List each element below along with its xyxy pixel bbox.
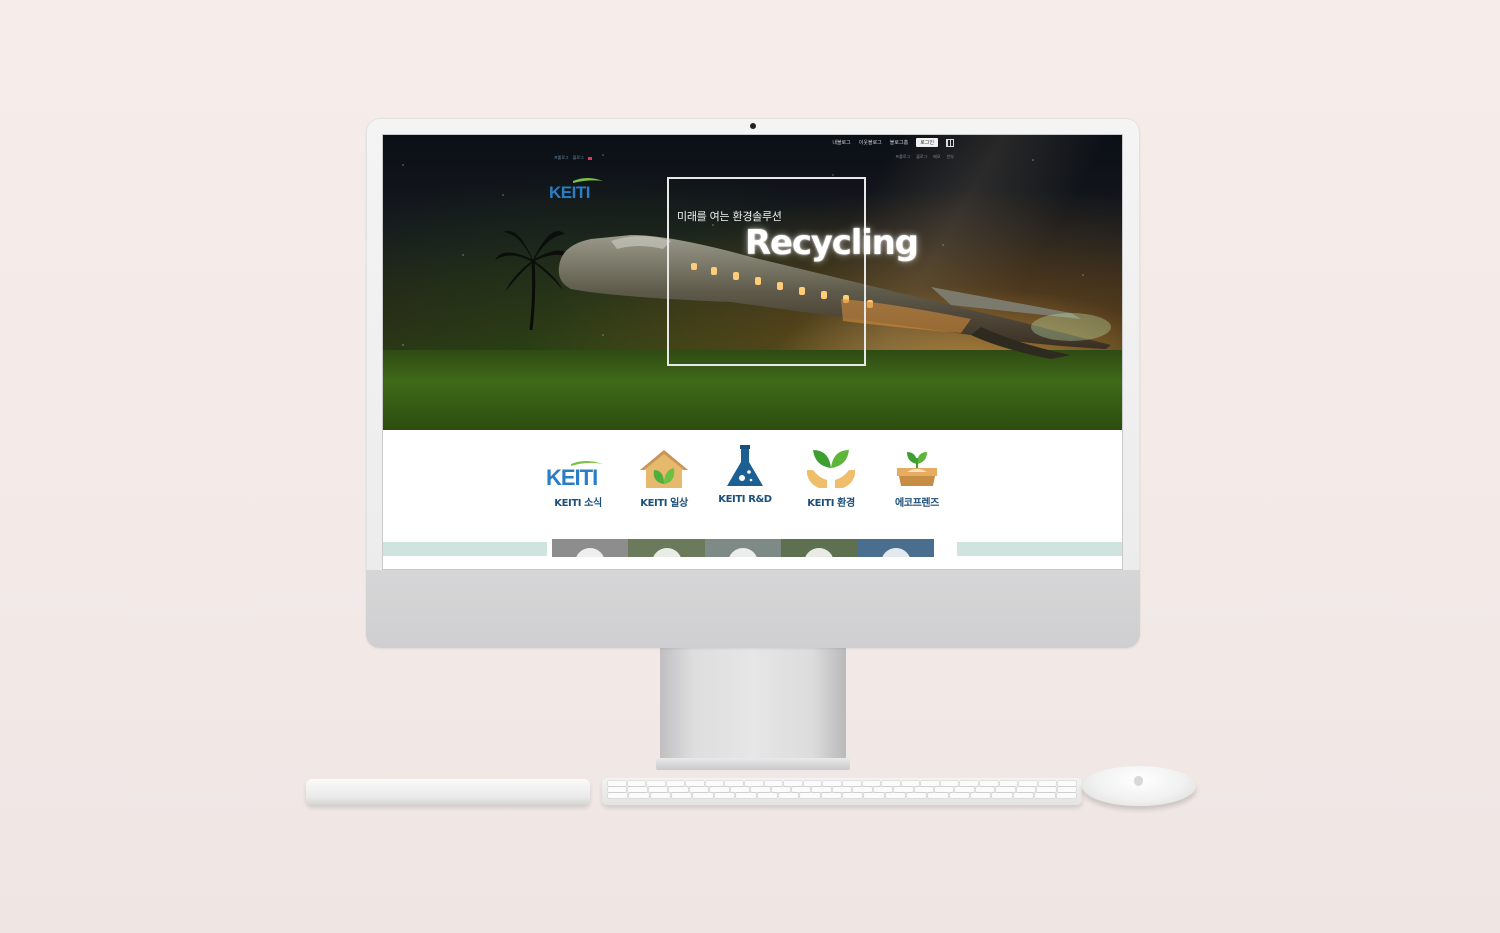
- thumbnail-2[interactable]: [628, 539, 705, 557]
- category-menu: KEITI KEITI 소식 KEITI 일상 KEITI R&D KEITI …: [383, 430, 1122, 535]
- hero-frame: [667, 177, 866, 366]
- blog-tabs: 프롤로그 블로그: [554, 155, 592, 161]
- blog-sub-links: 프롤로그 블로그 메모 안부: [895, 154, 954, 160]
- thumbnail-circle: [575, 548, 606, 557]
- category-environment[interactable]: KEITI 환경: [791, 444, 871, 509]
- top-utility-links: 내블로그 이웃블로그 블로그홈 로그인: [832, 138, 954, 147]
- category-label: KEITI 일상: [640, 498, 688, 509]
- apple-logo-icon: [1134, 776, 1143, 786]
- thumbnail-circle: [804, 548, 835, 557]
- flask-icon: [727, 445, 763, 486]
- screen: 내블로그 이웃블로그 블로그홈 로그인 프롤로그 블로그 메모 안부 프롤로그 …: [383, 135, 1122, 569]
- mint-bar-right: [957, 542, 1122, 556]
- hero-subtitle: 미래를 여는 환경솔루션: [677, 210, 782, 223]
- thumbnail-row: [552, 539, 935, 557]
- magic-keyboard: [602, 778, 1082, 805]
- content-preview-strip: [383, 536, 1122, 569]
- category-rnd[interactable]: KEITI R&D: [705, 444, 785, 505]
- imac-frame: 내블로그 이웃블로그 블로그홈 로그인 프롤로그 블로그 메모 안부 프롤로그 …: [366, 118, 1140, 648]
- sub-link-blog[interactable]: 블로그: [916, 154, 927, 160]
- house-leaf-icon: [640, 450, 688, 488]
- category-label: 에코프렌즈: [894, 498, 939, 509]
- tab-prologue[interactable]: 프롤로그: [554, 155, 569, 161]
- imac-chin: [366, 570, 1140, 648]
- category-news[interactable]: KEITI KEITI 소식: [538, 444, 618, 509]
- hands-sprout-icon: [807, 450, 855, 488]
- thumbnail-1[interactable]: [552, 539, 629, 557]
- sub-link-guestbook[interactable]: 안부: [947, 154, 954, 160]
- keiti-logo-text: KEITI: [549, 183, 590, 201]
- camera-icon: [750, 123, 756, 129]
- grid-menu-icon[interactable]: [946, 138, 954, 147]
- top-link-blog-home[interactable]: 블로그홈: [890, 139, 908, 146]
- thumbnail-5[interactable]: [857, 539, 935, 557]
- new-badge-icon: [587, 156, 592, 160]
- magic-trackpad: [306, 779, 590, 805]
- category-daily[interactable]: KEITI 일상: [624, 444, 704, 509]
- category-label: KEITI 환경: [807, 498, 855, 509]
- hero-banner: 내블로그 이웃블로그 블로그홈 로그인 프롤로그 블로그 메모 안부 프롤로그 …: [383, 135, 1122, 430]
- category-label: KEITI R&D: [718, 494, 772, 505]
- keiti-logo-icon: KEITI: [546, 461, 603, 488]
- hero-title: Recycling: [745, 223, 919, 263]
- category-label: KEITI 소식: [554, 498, 602, 509]
- imac-stand-base: [656, 758, 850, 770]
- pot-sprout-icon: [897, 452, 937, 486]
- imac-stand: [660, 648, 846, 760]
- sub-link-memo[interactable]: 메모: [933, 154, 940, 160]
- magic-mouse: [1082, 766, 1196, 806]
- login-button[interactable]: 로그인: [916, 138, 938, 147]
- mint-bar-left: [383, 542, 547, 556]
- thumbnail-circle: [880, 548, 911, 557]
- keiti-logo[interactable]: KEITI: [547, 177, 613, 201]
- thumbnail-circle: [728, 548, 759, 557]
- top-link-neighbor-blog[interactable]: 이웃블로그: [859, 139, 882, 146]
- category-logo-text: KEITI: [546, 465, 597, 488]
- thumbnail-3[interactable]: [704, 539, 782, 557]
- thumbnail-circle: [651, 548, 682, 557]
- top-link-my-blog[interactable]: 내블로그: [832, 139, 850, 146]
- thumbnail-4[interactable]: [781, 539, 858, 557]
- sub-link-prologue[interactable]: 프롤로그: [895, 154, 910, 160]
- category-ecofriends[interactable]: 에코프렌즈: [877, 444, 957, 509]
- tab-blog[interactable]: 블로그: [573, 155, 584, 161]
